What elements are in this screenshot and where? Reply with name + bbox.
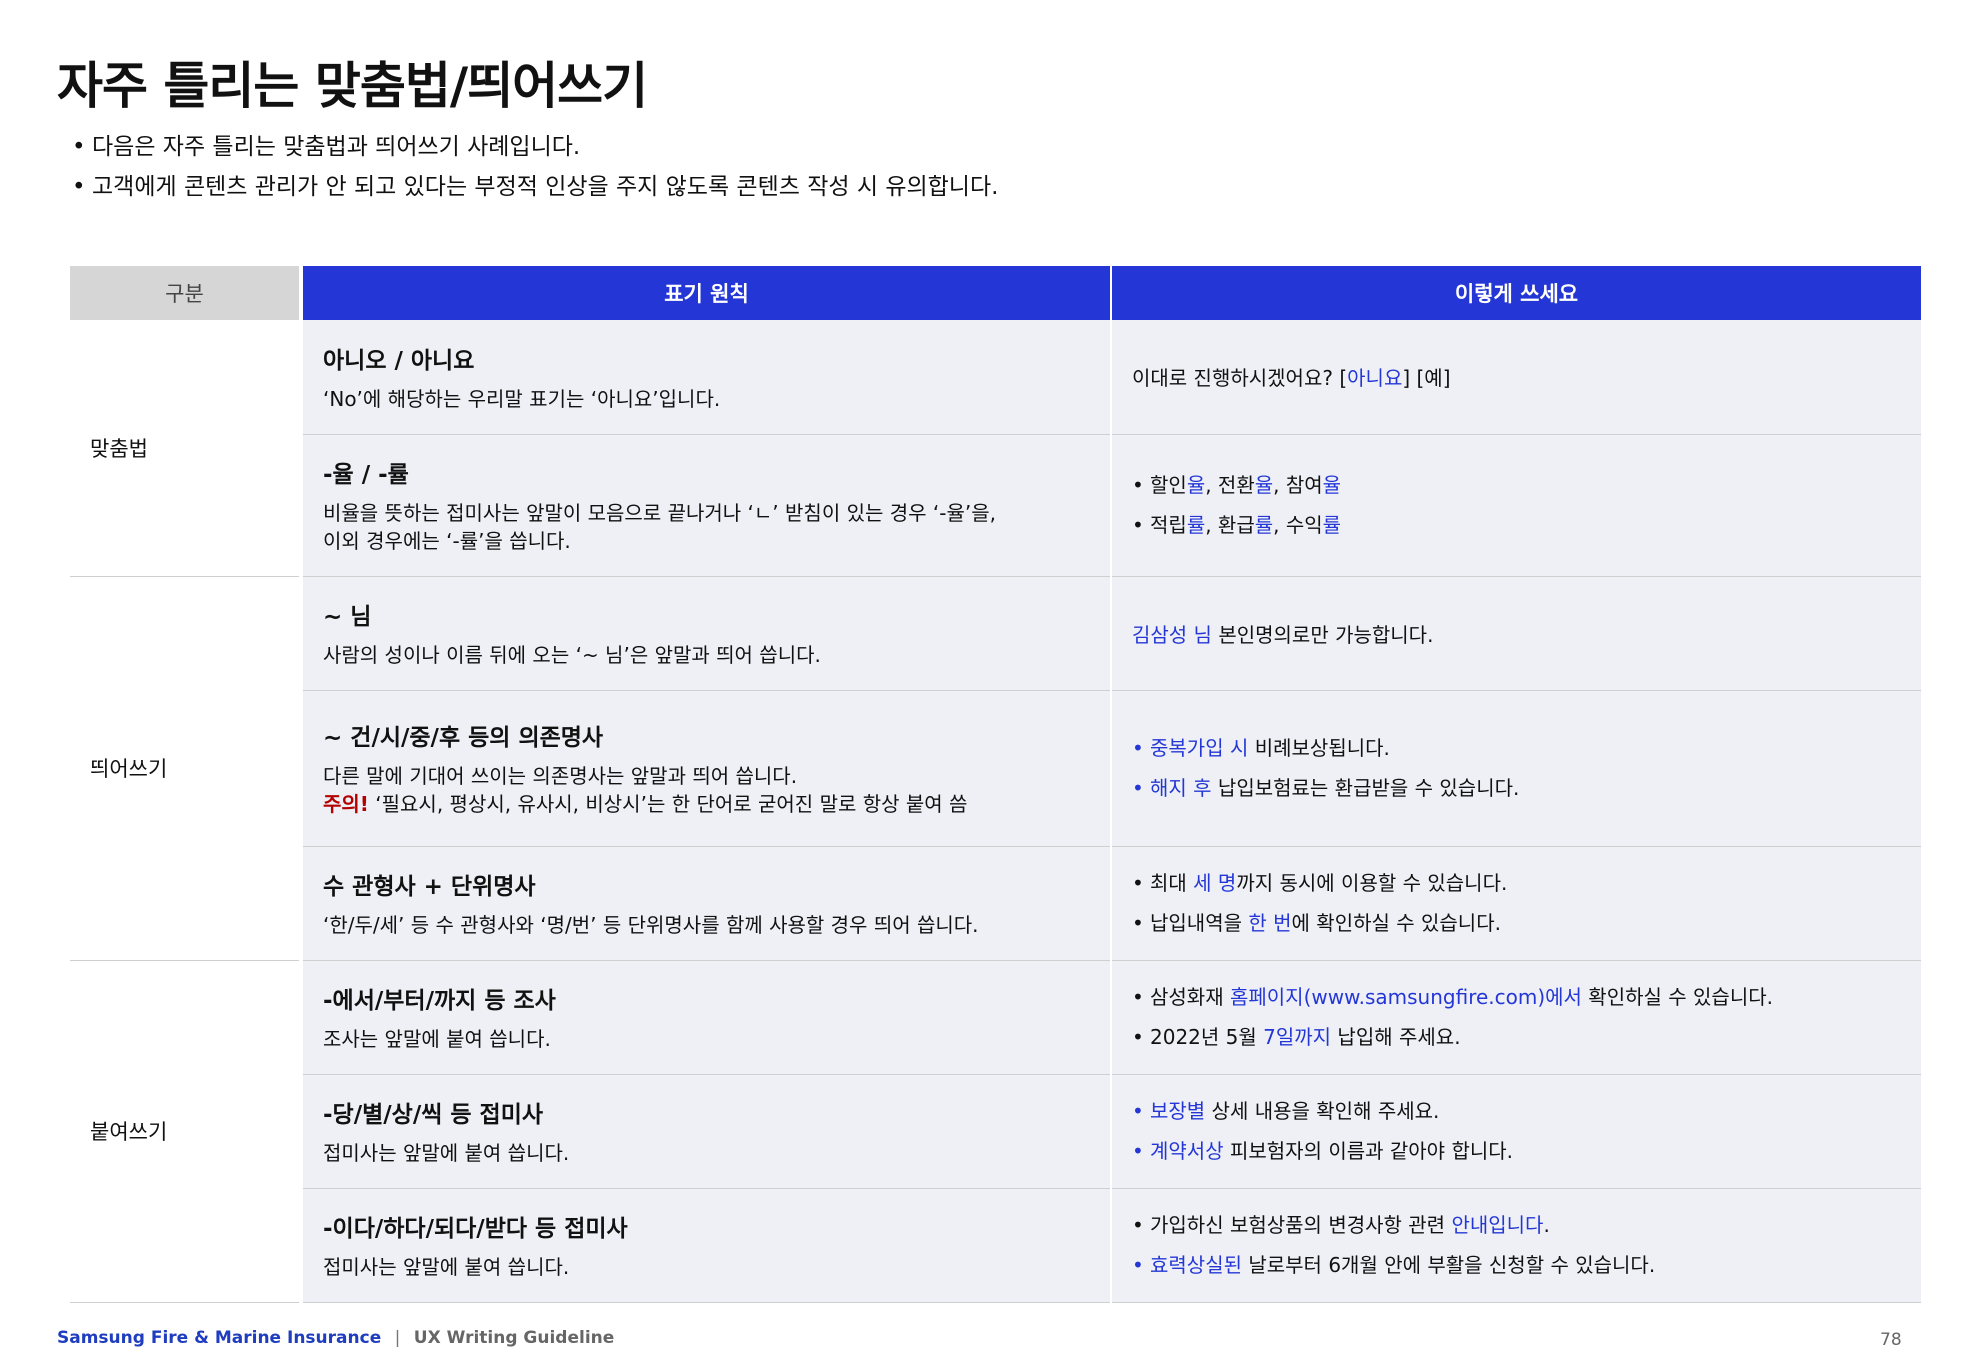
example-cell: 최대 세 명까지 동시에 이용할 수 있습니다. 납입내역을 한 번에 확인하실… [1111,846,1921,961]
rule-desc: 비율을 뜻하는 접미사는 앞말이 모음으로 끝나거나 ‘ㄴ’ 받침이 있는 경우… [323,501,996,525]
rule-desc: 사람의 성이나 이름 뒤에 오는 ‘~ 님’은 앞말과 띄어 씁니다. [323,643,821,667]
intro-list: 다음은 자주 틀리는 맞춤법과 띄어쓰기 사례입니다. 고객에게 콘텐츠 관리가… [72,127,998,207]
example-cell: 김삼성 님 본인명의로만 가능합니다. [1111,576,1921,691]
rule-cell: 수 관형사 + 단위명사 ‘한/두/세’ 등 수 관형사와 ‘명/번’ 등 단위… [299,846,1112,961]
example-list: 보장별 상세 내용을 확인해 주세요. 계약서상 피보험자의 이름과 같아야 합… [1132,1091,1901,1171]
rule-desc: ‘No’에 해당하는 우리말 표기는 ‘아니요’입니다. [323,386,721,411]
rule-cell: -이다/하다/되다/받다 등 접미사 접미사는 앞말에 붙여 씁니다. [299,1188,1112,1303]
table-row: 수 관형사 + 단위명사 ‘한/두/세’ 등 수 관형사와 ‘명/번’ 등 단위… [70,846,1921,961]
list-item: 최대 세 명까지 동시에 이용할 수 있습니다. [1132,863,1901,903]
footer: Samsung Fire & Marine Insurance | UX Wri… [57,1328,614,1348]
list-item: 해지 후 납입보험료는 환급받을 수 있습니다. [1132,768,1901,808]
rule-desc: ‘한/두/세’ 등 수 관형사와 ‘명/번’ 등 단위명사를 함께 사용할 경우… [323,913,979,937]
list-item: 삼성화재 홈페이지(www.samsungfire.com)에서 확인하실 수 … [1132,977,1901,1017]
header-rule: 표기 원칙 [301,266,1112,320]
example-list: 할인율, 전환율, 참여율 적립률, 환급률, 수익률 [1132,465,1901,545]
table-row: -당/별/상/씩 등 접미사 접미사는 앞말에 붙여 씁니다. 보장별 상세 내… [70,1074,1921,1189]
example-cell: 보장별 상세 내용을 확인해 주세요. 계약서상 피보험자의 이름과 같아야 합… [1111,1074,1921,1189]
category-spelling: 맞춤법 [70,320,301,577]
rule-cell: -율 / -률 비율을 뜻하는 접미사는 앞말이 모음으로 끝나거나 ‘ㄴ’ 받… [299,434,1112,577]
rule-cell: -당/별/상/씩 등 접미사 접미사는 앞말에 붙여 씁니다. [299,1074,1112,1189]
page-number: 78 [1880,1330,1902,1350]
header-category: 구분 [70,266,303,320]
rule-title: -당/별/상/씩 등 접미사 [323,1102,544,1128]
rule-cell: 아니오 / 아니요 ‘No’에 해당하는 우리말 표기는 ‘아니요’입니다. [299,320,1112,435]
rule-cell: ~ 건/시/중/후 등의 의존명사 다른 말에 기대어 쓰이는 의존명사는 앞말… [299,690,1112,847]
intro-item: 다음은 자주 틀리는 맞춤법과 띄어쓰기 사례입니다. [72,127,998,167]
table-row: ~ 건/시/중/후 등의 의존명사 다른 말에 기대어 쓰이는 의존명사는 앞말… [70,690,1921,847]
list-item: 가입하신 보험상품의 변경사항 관련 안내입니다. [1132,1205,1901,1245]
rule-desc: 다른 말에 기대어 쓰이는 의존명사는 앞말과 띄어 씁니다. [323,764,798,788]
list-item: 효력상실된 날로부터 6개월 안에 부활을 신청할 수 있습니다. [1132,1245,1901,1285]
example-list: 가입하신 보험상품의 변경사항 관련 안내입니다. 효력상실된 날로부터 6개월… [1132,1205,1901,1285]
table-header-row: 구분 표기 원칙 이렇게 쓰세요 [70,266,1921,320]
rule-desc: 접미사는 앞말에 붙여 씁니다. [323,1141,570,1165]
list-item: 중복가입 시 비례보상됩니다. [1132,728,1901,768]
rule-title: ~ 건/시/중/후 등의 의존명사 [323,725,604,751]
rule-desc: 조사는 앞말에 붙여 씁니다. [323,1027,551,1051]
rule-cell: -에서/부터/까지 등 조사 조사는 앞말에 붙여 씁니다. [299,960,1112,1075]
page-title: 자주 틀리는 맞춤법/띄어쓰기 [57,57,648,115]
rule-title: 수 관형사 + 단위명사 [323,874,536,900]
example-cell: 할인율, 전환율, 참여율 적립률, 환급률, 수익률 [1111,434,1921,577]
rule-cell: ~ 님 사람의 성이나 이름 뒤에 오는 ‘~ 님’은 앞말과 띄어 씁니다. [299,576,1112,691]
warning-label: 주의! [323,792,369,816]
example-text: 이대로 진행하시겠어요? [아니요] [예] [1132,366,1451,391]
list-item: 납입내역을 한 번에 확인하실 수 있습니다. [1132,903,1901,943]
example-text: 김삼성 님 본인명의로만 가능합니다. [1132,622,1434,647]
list-item: 계약서상 피보험자의 이름과 같아야 합니다. [1132,1131,1901,1171]
rule-title: 아니오 / 아니요 [323,347,475,374]
list-item: 보장별 상세 내용을 확인해 주세요. [1132,1091,1901,1131]
example-cell: 이대로 진행하시겠어요? [아니요] [예] [1111,320,1921,435]
list-item: 적립률, 환급률, 수익률 [1132,505,1901,545]
guide-name: UX Writing Guideline [413,1328,615,1348]
example-list: 최대 세 명까지 동시에 이용할 수 있습니다. 납입내역을 한 번에 확인하실… [1132,863,1901,943]
list-item: 할인율, 전환율, 참여율 [1132,465,1901,505]
table-row: -이다/하다/되다/받다 등 접미사 접미사는 앞말에 붙여 씁니다. 가입하신… [70,1188,1921,1303]
rule-note: 주의! ‘필요시, 평상시, 유사시, 비상시’는 한 단어로 굳어진 말로 항… [323,792,968,816]
list-item: 2022년 5월 7일까지 납입해 주세요. [1132,1017,1901,1057]
table-row: 띄어쓰기 ~ 님 사람의 성이나 이름 뒤에 오는 ‘~ 님’은 앞말과 띄어 … [70,576,1921,961]
table-row: -율 / -률 비율을 뜻하는 접미사는 앞말이 모음으로 끝나거나 ‘ㄴ’ 받… [70,434,1921,577]
rule-title: -에서/부터/까지 등 조사 [323,988,556,1014]
table-row: 붙여쓰기 -에서/부터/까지 등 조사 조사는 앞말에 붙여 씁니다. 삼성화재… [70,960,1921,1303]
rule-desc: 접미사는 앞말에 붙여 씁니다. [323,1255,570,1279]
table-row: 맞춤법 아니오 / 아니요 ‘No’에 해당하는 우리말 표기는 ‘아니요’입니… [70,320,1921,577]
intro-item: 고객에게 콘텐츠 관리가 안 되고 있다는 부정적 인상을 주지 않도록 콘텐츠… [72,167,998,207]
rule-title: ~ 님 [323,604,372,630]
category-spacing: 띄어쓰기 [70,576,301,961]
brand-name: Samsung Fire & Marine Insurance [57,1328,382,1348]
example-list: 중복가입 시 비례보상됩니다. 해지 후 납입보험료는 환급받을 수 있습니다. [1132,728,1901,808]
header-example: 이렇게 쓰세요 [1111,266,1921,320]
example-cell: 중복가입 시 비례보상됩니다. 해지 후 납입보험료는 환급받을 수 있습니다. [1111,690,1921,847]
example-cell: 가입하신 보험상품의 변경사항 관련 안내입니다. 효력상실된 날로부터 6개월… [1111,1188,1921,1303]
example-cell: 삼성화재 홈페이지(www.samsungfire.com)에서 확인하실 수 … [1111,960,1921,1075]
footer-separator: | [394,1328,401,1348]
rule-title: -이다/하다/되다/받다 등 접미사 [323,1216,628,1242]
rule-title: -율 / -률 [323,462,409,488]
category-attached: 붙여쓰기 [70,960,301,1303]
example-list: 삼성화재 홈페이지(www.samsungfire.com)에서 확인하실 수 … [1132,977,1901,1057]
rule-desc: 이외 경우에는 ‘-률’을 씁니다. [323,529,571,553]
rules-table: 구분 표기 원칙 이렇게 쓰세요 맞춤법 아니오 / 아니요 ‘No’에 해당하… [70,266,1921,1303]
